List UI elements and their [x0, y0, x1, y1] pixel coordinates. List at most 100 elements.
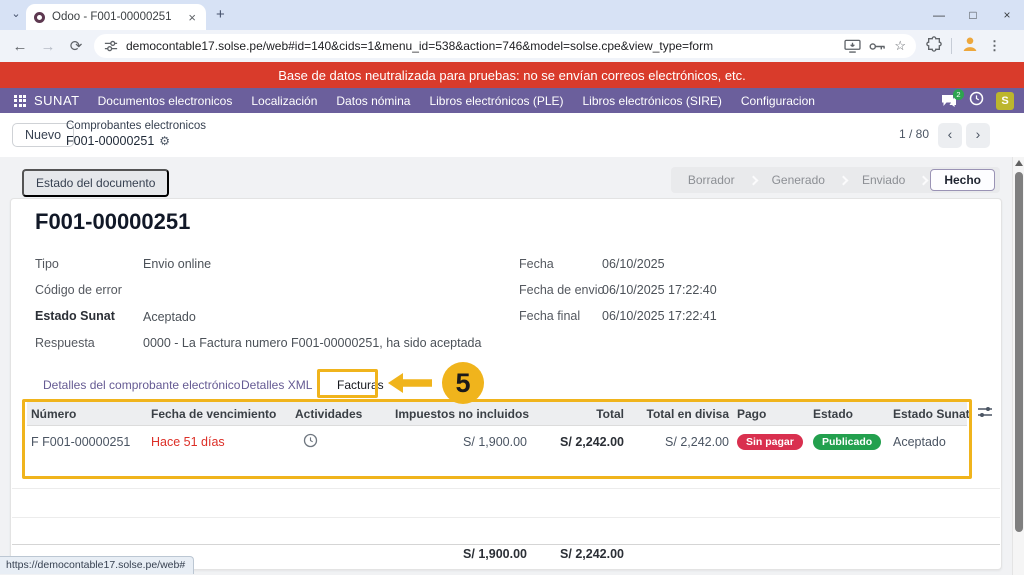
field-value-fecha-envio[interactable]: 06/10/2025 17:22:40 — [602, 283, 717, 297]
forward-icon[interactable]: → — [34, 38, 62, 55]
pager-counter: 1 / 80 — [899, 127, 929, 141]
menu-libros-sire[interactable]: Libros electrónicos (SIRE) — [583, 94, 722, 108]
breadcrumb-parent[interactable]: Comprobantes electronicos — [66, 119, 206, 134]
notebook-tabs: Detalles del comprobante electrónico Det… — [11, 373, 1001, 401]
field-label-estado-sunat: Estado Sunat — [35, 309, 115, 323]
activity-clock-icon[interactable] — [303, 433, 318, 451]
chevron-right-icon — [838, 175, 848, 185]
odoo-favicon-icon — [34, 12, 45, 23]
document-title: F001-00000251 — [35, 209, 190, 235]
back-icon[interactable]: ← — [6, 38, 34, 55]
estado-documento-button[interactable]: Estado del documento — [22, 169, 169, 197]
apps-grid-icon[interactable] — [14, 95, 26, 107]
menu-documentos-electronicos[interactable]: Documentos electronicos — [98, 94, 233, 108]
new-tab-button[interactable]: + — [216, 6, 225, 23]
url-bar[interactable]: democontable17.solse.pe/web#id=140&cids=… — [94, 34, 916, 58]
form-sheet: F001-00000251 Tipo Envio online Código d… — [10, 198, 1002, 570]
row-divider — [12, 488, 1000, 489]
password-key-icon[interactable] — [869, 41, 886, 52]
menu-datos-nomina[interactable]: Datos nómina — [336, 94, 410, 108]
page-scrollbar[interactable] — [1012, 157, 1024, 575]
cell-numero[interactable]: F F001-00000251 — [27, 435, 147, 449]
user-avatar[interactable]: S — [996, 92, 1014, 110]
install-app-icon[interactable] — [844, 39, 861, 53]
browser-tab[interactable]: Odoo - F001-00000251 × — [26, 4, 206, 30]
field-label-codigo-error: Código de error — [35, 283, 122, 297]
field-label-respuesta: Respuesta — [35, 336, 95, 350]
scrollbar-thumb[interactable] — [1015, 172, 1023, 532]
site-settings-icon[interactable] — [104, 39, 118, 53]
browser-titlebar: ⌄ Odoo - F001-00000251 × + — □ × — [0, 0, 1024, 30]
window-maximize-button[interactable]: □ — [956, 0, 990, 30]
tab-search-icon[interactable]: ⌄ — [8, 7, 24, 23]
chevron-right-icon — [748, 175, 758, 185]
tab-detalles-comprobante[interactable]: Detalles del comprobante electrónico — [43, 378, 240, 392]
app-brand[interactable]: SUNAT — [34, 93, 80, 108]
menu-localizacion[interactable]: Localización — [251, 94, 317, 108]
profile-avatar-icon[interactable] — [961, 35, 979, 58]
bookmark-star-icon[interactable]: ☆ — [894, 38, 906, 54]
col-pago[interactable]: Pago — [733, 407, 809, 421]
col-estado-sunat[interactable]: Estado Sunat — [889, 407, 967, 421]
col-numero[interactable]: Número — [27, 407, 147, 421]
url-text[interactable]: democontable17.solse.pe/web#id=140&cids=… — [126, 39, 836, 53]
actions-gear-icon[interactable]: ⚙ — [159, 134, 170, 149]
tab-detalles-xml[interactable]: Detalles XML — [241, 378, 312, 392]
tab-close-icon[interactable]: × — [186, 10, 198, 25]
link-preview-statusbar: https://democontable17.solse.pe/web# — [0, 556, 194, 574]
messages-icon[interactable]: 2 — [941, 94, 957, 108]
total-total: S/ 2,242.00 — [531, 547, 628, 561]
pager-prev-button[interactable]: ‹ — [938, 123, 962, 148]
window-minimize-button[interactable]: — — [922, 0, 956, 30]
invoice-row[interactable]: F F001-00000251 Hace 51 días S/ 1,900.00… — [27, 426, 967, 458]
col-estado[interactable]: Estado — [809, 407, 889, 421]
field-value-fecha-final[interactable]: 06/10/2025 17:22:41 — [602, 309, 717, 323]
step-enviado[interactable]: Enviado — [849, 169, 918, 191]
browser-menu-icon[interactable]: ⋮ — [988, 38, 1001, 54]
tab-title: Odoo - F001-00000251 — [52, 11, 179, 23]
tab-facturas[interactable]: Facturas — [337, 378, 384, 392]
breadcrumb: Comprobantes electronicos F001-00000251 … — [66, 119, 206, 149]
invoice-table: Número Fecha de vencimiento Actividades … — [27, 402, 967, 458]
col-actividades[interactable]: Actividades — [291, 407, 391, 421]
step-hecho[interactable]: Hecho — [930, 169, 995, 191]
field-value-tipo[interactable]: Envio online — [143, 257, 211, 271]
menu-configuracion[interactable]: Configuracion — [741, 94, 815, 108]
col-impuestos[interactable]: Impuestos no incluidos — [391, 407, 531, 421]
window-close-button[interactable]: × — [990, 0, 1024, 30]
col-total[interactable]: Total — [531, 407, 628, 421]
field-label-fecha-envio: Fecha de envio — [519, 283, 604, 297]
field-label-fecha-final: Fecha final — [519, 309, 580, 323]
breadcrumb-current: F001-00000251 — [66, 134, 154, 149]
pager-next-button[interactable]: › — [966, 123, 990, 148]
step-generado[interactable]: Generado — [759, 169, 838, 191]
activities-clock-icon[interactable] — [969, 91, 984, 111]
screen: ⌄ Odoo - F001-00000251 × + — □ × ← → ⟳ d… — [0, 0, 1024, 575]
field-value-respuesta[interactable]: 0000 - La Factura numero F001-00000251, … — [143, 336, 481, 350]
field-value-estado-sunat[interactable]: Aceptado — [143, 310, 196, 324]
cell-total-divisa: S/ 2,242.00 — [628, 435, 733, 449]
total-impuestos: S/ 1,900.00 — [391, 547, 531, 561]
reload-icon[interactable]: ⟳ — [62, 37, 90, 55]
messages-count-badge: 2 — [953, 89, 964, 100]
browser-toolbar: ← → ⟳ democontable17.solse.pe/web#id=140… — [0, 30, 1024, 62]
payment-status-badge: Sin pagar — [737, 434, 803, 450]
field-value-fecha[interactable]: 06/10/2025 — [602, 257, 665, 271]
scrollbar-up-icon[interactable] — [1015, 160, 1023, 166]
step-borrador[interactable]: Borrador — [675, 169, 748, 191]
chevron-right-icon — [919, 175, 929, 185]
menu-libros-ple[interactable]: Libros electrónicos (PLE) — [429, 94, 563, 108]
posted-status-badge: Publicado — [813, 434, 881, 450]
cell-total: S/ 2,242.00 — [531, 435, 628, 449]
row-divider — [12, 517, 1000, 518]
optional-columns-icon[interactable] — [977, 405, 993, 424]
cell-vencimiento: Hace 51 días — [147, 435, 291, 449]
test-database-banner: Base de datos neutralizada para pruebas:… — [0, 62, 1024, 88]
col-total-divisa[interactable]: Total en divisa — [628, 407, 733, 421]
field-label-fecha: Fecha — [519, 257, 554, 271]
new-button[interactable]: Nuevo — [12, 123, 74, 147]
extensions-puzzle-icon[interactable] — [926, 36, 942, 57]
cell-impuestos: S/ 1,900.00 — [391, 435, 531, 449]
cell-estado-sunat: Aceptado — [889, 435, 967, 449]
col-vencimiento[interactable]: Fecha de vencimiento — [147, 407, 291, 421]
